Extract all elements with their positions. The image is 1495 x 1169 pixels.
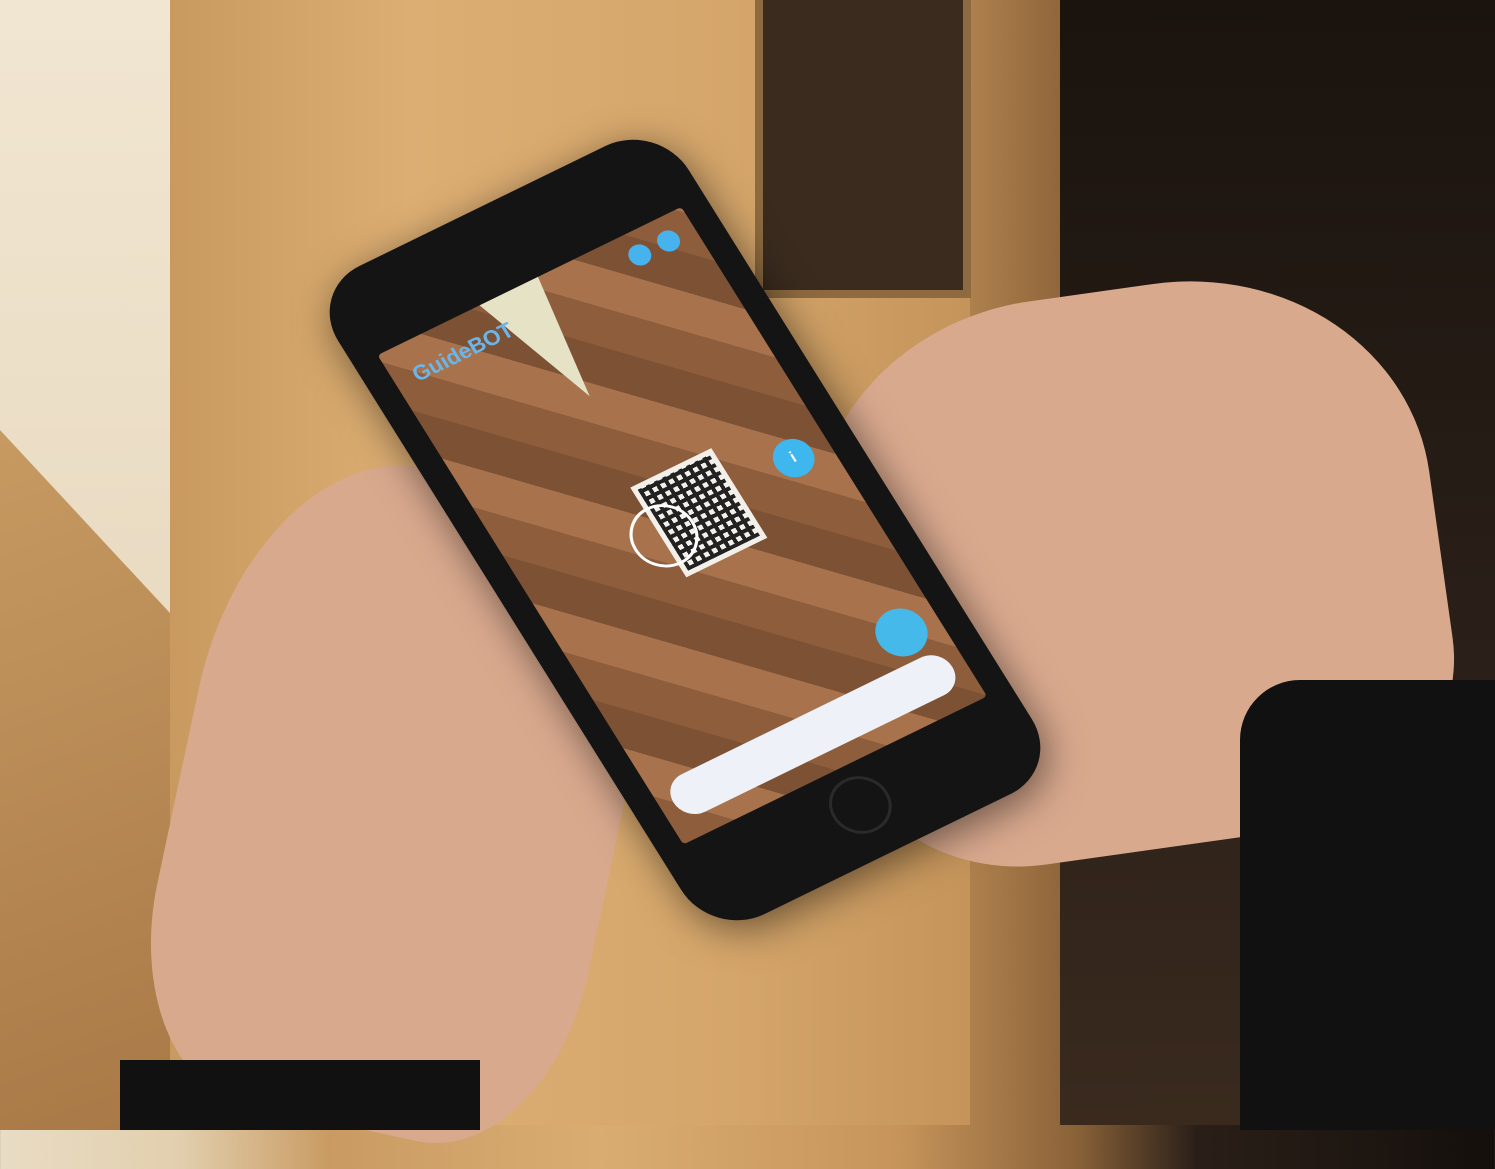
info-icon: i <box>786 449 800 466</box>
right-sleeve <box>1240 680 1495 1130</box>
home-button[interactable] <box>817 766 904 844</box>
app-logo: GuideBOT <box>407 317 519 387</box>
menu-button[interactable] <box>624 240 656 270</box>
left-sleeve <box>120 1060 480 1130</box>
chat-input[interactable] <box>661 647 964 822</box>
info-button[interactable]: i <box>765 432 823 484</box>
door-window <box>755 0 971 298</box>
settings-button[interactable] <box>652 226 685 256</box>
